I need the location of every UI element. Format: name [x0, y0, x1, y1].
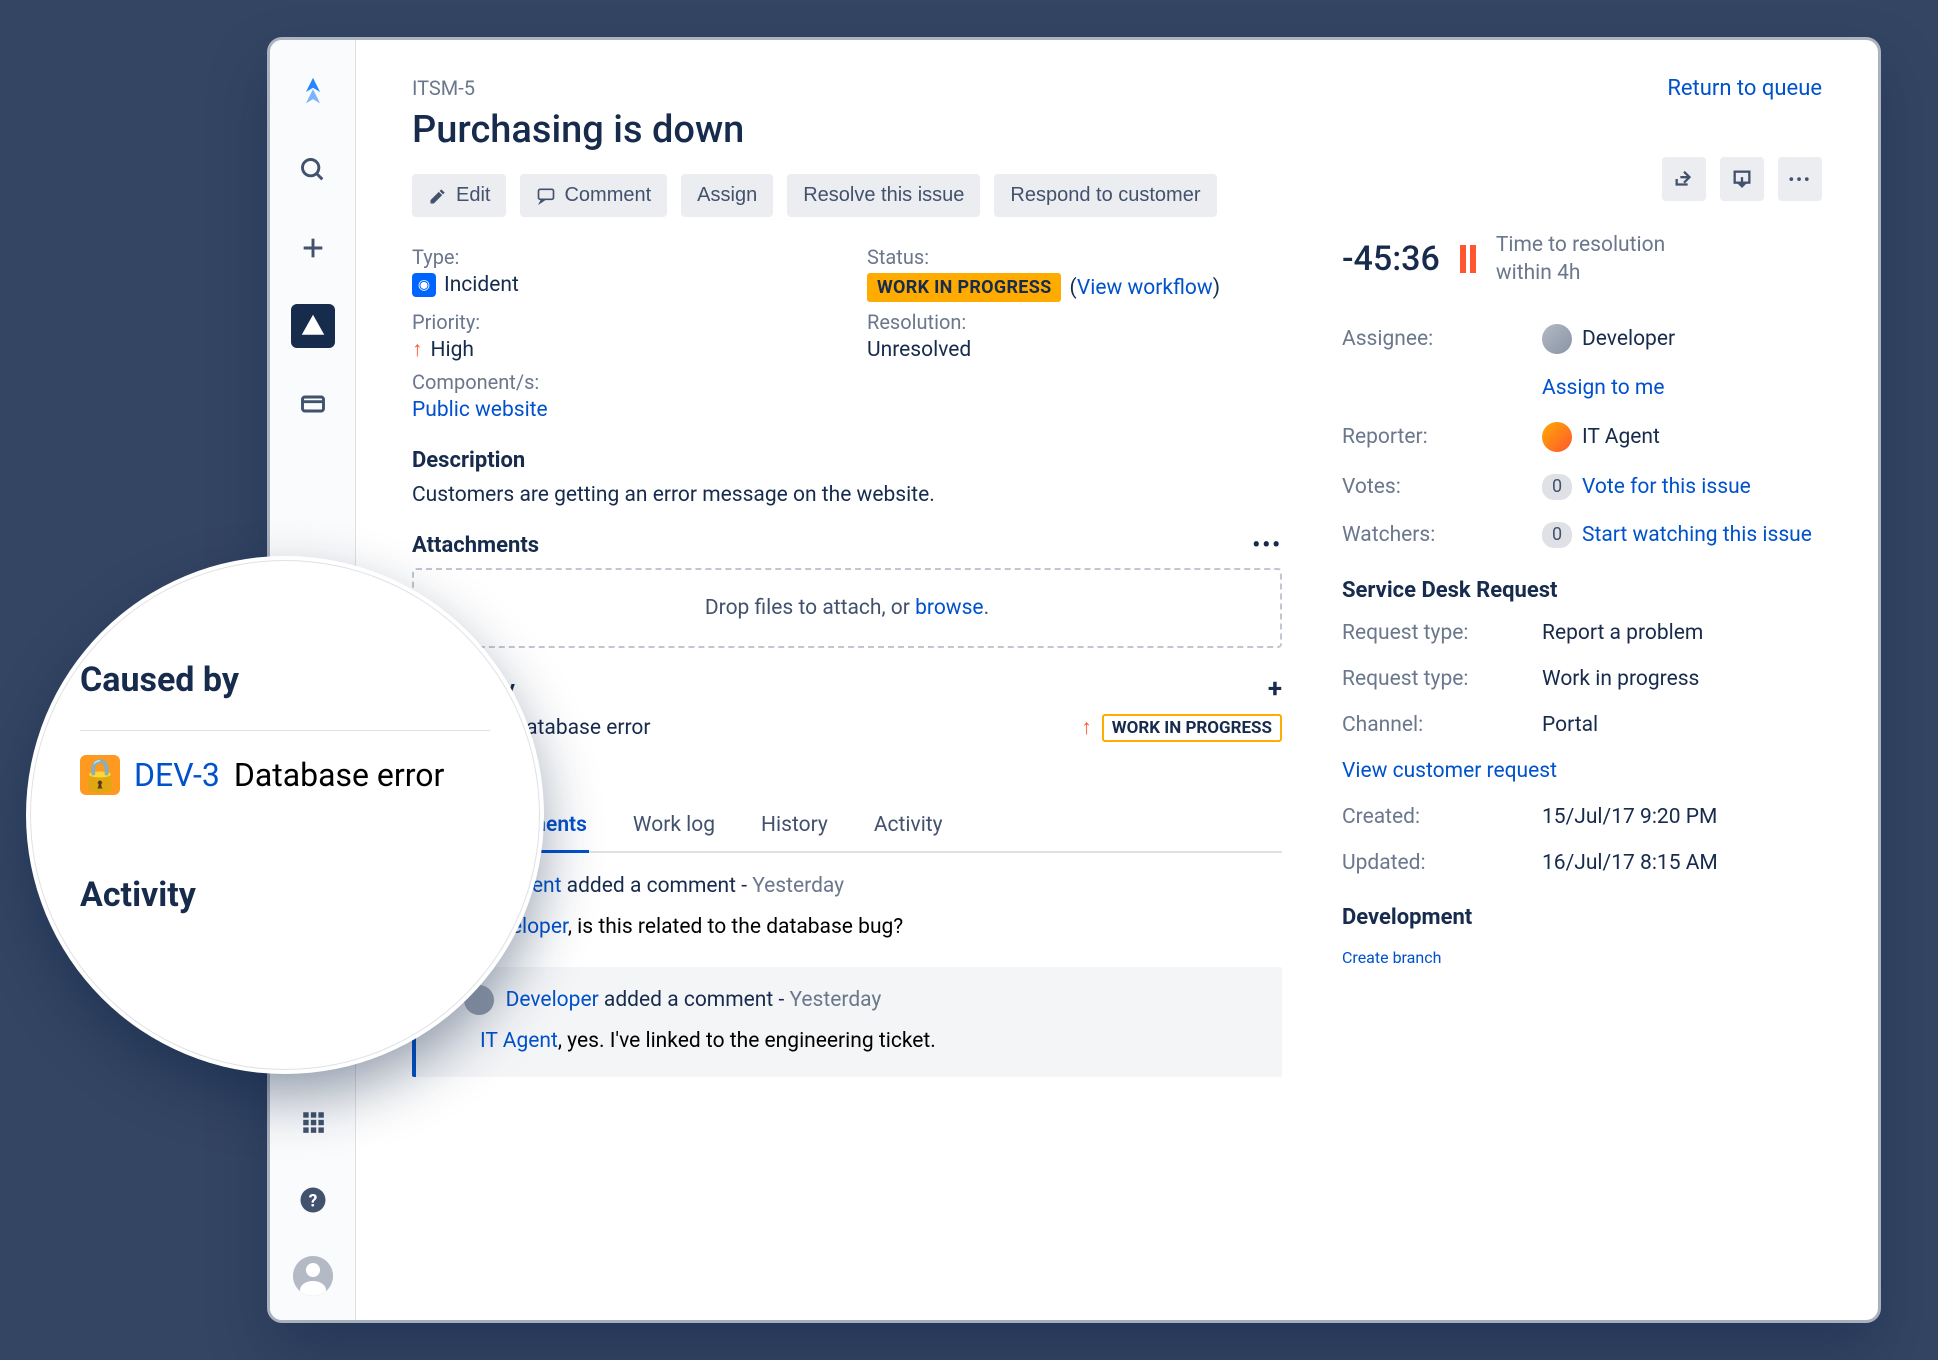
- vote-link[interactable]: Vote for this issue: [1582, 475, 1751, 499]
- updated-label: Updated:: [1342, 851, 1542, 875]
- sla-time: -45:36: [1342, 239, 1440, 279]
- project-icon[interactable]: [291, 304, 335, 348]
- type-value: ◉ Incident: [412, 273, 827, 297]
- activity-tabs: All Comments Work log History Activity: [412, 803, 1282, 853]
- assign-to-me-link[interactable]: Assign to me: [1542, 376, 1664, 400]
- toolbar: Edit Comment Assign Resolve this issue R…: [412, 174, 1282, 217]
- svg-text:?: ?: [308, 1191, 317, 1211]
- assignee-value: Developer: [1542, 324, 1822, 354]
- linked-status-badge: WORK IN PROGRESS: [1102, 714, 1282, 742]
- tab-history[interactable]: History: [759, 803, 830, 851]
- resolution-value: Unresolved: [867, 338, 1282, 362]
- pause-icon: [1460, 245, 1476, 273]
- attachments-dropzone[interactable]: Drop files to attach, or browse.: [412, 568, 1282, 648]
- issue-title: Purchasing is down: [412, 108, 1282, 152]
- more-actions-icon[interactable]: •••: [1778, 157, 1822, 201]
- avatar-icon: [1542, 422, 1572, 452]
- watchers-count: 0: [1542, 522, 1572, 548]
- created-label: Created:: [1342, 805, 1542, 829]
- avatar-icon: [1542, 324, 1572, 354]
- help-icon[interactable]: ?: [291, 1178, 335, 1222]
- created-value: 15/Jul/17 9:20 PM: [1542, 805, 1822, 829]
- view-customer-request-link[interactable]: View customer request: [1342, 759, 1557, 783]
- priority-value: ↑ High: [412, 338, 827, 362]
- main-content: ITSM-5 Purchasing is down Edit Comment A…: [356, 40, 1878, 1320]
- magnifier-heading: Caused by: [80, 660, 490, 700]
- field-grid: Type: ◉ Incident Status: WORK IN PROGRES…: [412, 245, 1282, 422]
- share-icon[interactable]: [1662, 157, 1706, 201]
- mention-link[interactable]: IT Agent: [480, 1029, 558, 1053]
- description-heading: Description: [412, 448, 1282, 473]
- search-icon[interactable]: [291, 148, 335, 192]
- priority-label: Priority:: [412, 310, 827, 334]
- magnifier-issue-key[interactable]: DEV-3: [134, 756, 220, 794]
- respond-button[interactable]: Respond to customer: [994, 174, 1216, 217]
- lock-icon: 🔒: [80, 755, 120, 795]
- app-window: ? ITSM-5 Purchasing is down Edit Comment…: [270, 40, 1878, 1320]
- type-label: Type:: [412, 245, 827, 269]
- components-label: Component/s:: [412, 370, 1282, 394]
- assignee-label: Assignee:: [1342, 327, 1542, 351]
- linked-priority-icon: ↑: [1081, 716, 1092, 740]
- return-to-queue-link[interactable]: Return to queue: [1667, 76, 1822, 101]
- linked-issue-row[interactable]: 🔒 DEV-3 Database error ↑ WORK IN PROGRES…: [412, 714, 1282, 742]
- magnifier-issue-summary: Database error: [234, 756, 445, 794]
- incident-icon: ◉: [412, 273, 436, 297]
- magnifier-activity-heading: Activity: [80, 875, 490, 915]
- create-branch-link[interactable]: Create branch: [1342, 948, 1441, 967]
- watchers-label: Watchers:: [1342, 523, 1542, 547]
- components-link[interactable]: Public website: [412, 398, 548, 422]
- linked-issue-summary: Database error: [512, 716, 650, 740]
- votes-label: Votes:: [1342, 475, 1542, 499]
- status-value: WORK IN PROGRESS (View workflow): [867, 273, 1282, 302]
- comment-2: ⌄ Developer added a comment - Yesterday …: [412, 967, 1282, 1077]
- attachments-more-icon[interactable]: •••: [1252, 533, 1282, 558]
- status-label: Status:: [867, 245, 1282, 269]
- sdr-status-label: Request type:: [1342, 667, 1542, 691]
- watch-link[interactable]: Start watching this issue: [1582, 523, 1812, 547]
- reporter-label: Reporter:: [1342, 425, 1542, 449]
- apps-icon[interactable]: [291, 1100, 335, 1144]
- channel-value: Portal: [1542, 713, 1822, 737]
- assign-button[interactable]: Assign: [681, 174, 773, 217]
- attachments-heading: Attachments •••: [412, 533, 1282, 558]
- caused-by-heading: Caused by +: [412, 674, 1282, 704]
- tab-activity[interactable]: Activity: [872, 803, 945, 851]
- sdr-status-value: Work in progress: [1542, 667, 1822, 691]
- sla-label: Time to resolution within 4h: [1496, 231, 1665, 288]
- description-text: Customers are getting an error message o…: [412, 483, 1282, 507]
- priority-high-icon: ↑: [412, 338, 423, 362]
- comment-button[interactable]: Comment: [520, 174, 667, 217]
- sla-panel: -45:36 Time to resolution within 4h: [1342, 231, 1822, 288]
- breadcrumb[interactable]: ITSM-5: [412, 76, 1282, 100]
- view-workflow-link[interactable]: View workflow: [1077, 276, 1213, 300]
- profile-avatar[interactable]: [293, 1256, 333, 1296]
- magnifier-overlay: Caused by 🔒 DEV-3 Database error Activit…: [30, 560, 540, 1070]
- logo-icon[interactable]: [291, 70, 335, 114]
- request-type-value: Report a problem: [1542, 621, 1822, 645]
- request-type-label: Request type:: [1342, 621, 1542, 645]
- export-icon[interactable]: [1720, 157, 1764, 201]
- sdr-heading: Service Desk Request: [1342, 578, 1822, 603]
- create-icon[interactable]: [291, 226, 335, 270]
- add-link-icon[interactable]: +: [1268, 674, 1282, 704]
- people-grid: Assignee: Developer Assign to me Reporte…: [1342, 324, 1822, 548]
- card-icon[interactable]: [291, 382, 335, 426]
- activity-heading: Activity: [412, 768, 1282, 793]
- status-badge: WORK IN PROGRESS: [867, 273, 1061, 302]
- votes-count: 0: [1542, 474, 1572, 500]
- updated-value: 16/Jul/17 8:15 AM: [1542, 851, 1822, 875]
- tab-worklog[interactable]: Work log: [631, 803, 717, 851]
- edit-button[interactable]: Edit: [412, 174, 506, 217]
- reporter-value: IT Agent: [1542, 422, 1822, 452]
- channel-label: Channel:: [1342, 713, 1542, 737]
- comment-author[interactable]: Developer: [506, 988, 599, 1012]
- browse-link[interactable]: browse: [915, 596, 983, 620]
- resolution-label: Resolution:: [867, 310, 1282, 334]
- development-heading: Development: [1342, 905, 1822, 930]
- comment-1: ⌄ IT Agent added a comment - Yesterday D…: [412, 853, 1282, 949]
- resolve-button[interactable]: Resolve this issue: [787, 174, 980, 217]
- sdr-grid: Request type: Report a problem Request t…: [1342, 621, 1822, 875]
